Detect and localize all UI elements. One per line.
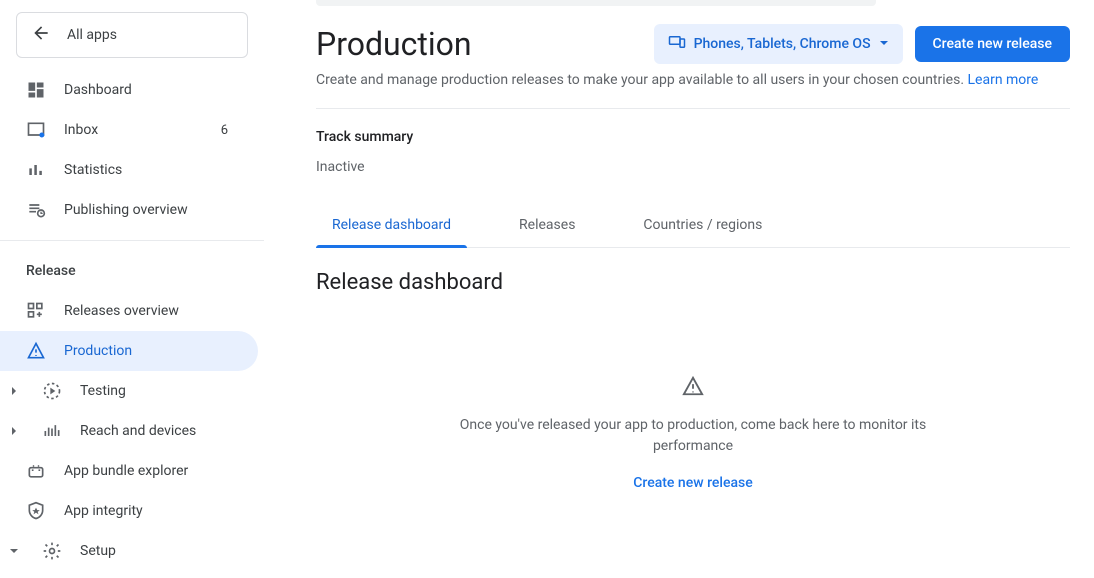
sidebar-item-production[interactable]: Production <box>0 331 258 371</box>
top-bar-placeholder <box>316 0 876 6</box>
sidebar-item-app-integrity[interactable]: App integrity <box>0 491 264 531</box>
sidebar-item-releases-overview[interactable]: Releases overview <box>0 291 264 331</box>
sidebar-item-app-bundle-explorer[interactable]: App bundle explorer <box>0 451 264 491</box>
sidebar-item-label: Publishing overview <box>64 202 248 218</box>
create-release-link[interactable]: Create new release <box>433 475 953 491</box>
sidebar-item-label: Releases overview <box>64 303 248 319</box>
sidebar-item-publishing-overview[interactable]: Publishing overview <box>0 190 264 230</box>
gear-icon <box>42 541 62 561</box>
devices-icon <box>668 33 686 55</box>
tab-releases[interactable]: Releases <box>503 205 591 247</box>
track-status: Inactive <box>316 159 1070 175</box>
empty-state-message: Once you've released your app to product… <box>433 415 953 457</box>
sidebar-item-label: Setup <box>80 543 248 559</box>
sidebar-item-inbox[interactable]: Inbox 6 <box>0 110 264 150</box>
tab-release-dashboard[interactable]: Release dashboard <box>316 205 467 247</box>
separator <box>0 240 264 241</box>
page-subtitle: Create and manage production releases to… <box>316 72 1070 88</box>
learn-more-link[interactable]: Learn more <box>968 72 1039 88</box>
sidebar: All apps Dashboard Inbox 6 Statistics Pu… <box>0 0 264 578</box>
empty-state: Once you've released your app to product… <box>433 375 953 491</box>
chevron-down-icon <box>879 36 889 52</box>
sidebar-item-label: Dashboard <box>64 82 248 98</box>
testing-icon <box>42 381 62 401</box>
divider <box>316 108 1070 109</box>
dashboard-icon <box>26 80 46 100</box>
page-title: Production <box>316 25 642 63</box>
caret-right-icon <box>4 386 24 396</box>
reach-devices-icon <box>42 421 62 441</box>
track-summary-label: Track summary <box>316 129 1070 145</box>
bar-chart-icon <box>26 160 46 180</box>
subtitle-text: Create and manage production releases to… <box>316 72 964 88</box>
all-apps-label: All apps <box>67 27 117 43</box>
formfactor-label: Phones, Tablets, Chrome OS <box>694 36 871 52</box>
sidebar-item-label: App bundle explorer <box>64 463 248 479</box>
sidebar-item-label: Inbox <box>64 122 203 138</box>
sidebar-item-label: Statistics <box>64 162 248 178</box>
sidebar-item-reach-devices[interactable]: Reach and devices <box>0 411 264 451</box>
page-header: Production Phones, Tablets, Chrome OS Cr… <box>316 24 1070 64</box>
bundle-icon <box>26 461 46 481</box>
create-release-button[interactable]: Create new release <box>915 26 1070 62</box>
tabs: Release dashboard Releases Countries / r… <box>316 205 1070 248</box>
inbox-icon <box>26 120 46 140</box>
main-content: Production Phones, Tablets, Chrome OS Cr… <box>264 0 1094 578</box>
sidebar-item-setup[interactable]: Setup <box>0 531 264 571</box>
shield-icon <box>26 501 46 521</box>
formfactor-chip-button[interactable]: Phones, Tablets, Chrome OS <box>654 24 903 64</box>
tab-countries-regions[interactable]: Countries / regions <box>627 205 778 247</box>
releases-overview-icon <box>26 301 46 321</box>
all-apps-button[interactable]: All apps <box>16 12 248 58</box>
sidebar-item-dashboard[interactable]: Dashboard <box>0 70 264 110</box>
section-header-release: Release <box>0 251 264 291</box>
sidebar-item-testing[interactable]: Testing <box>0 371 264 411</box>
sidebar-item-label: Reach and devices <box>80 423 248 439</box>
sidebar-item-label: App integrity <box>64 503 248 519</box>
warning-icon <box>433 375 953 401</box>
caret-down-icon <box>4 546 24 556</box>
arrow-left-icon <box>31 23 51 47</box>
section-title: Release dashboard <box>316 270 1070 295</box>
sidebar-item-statistics[interactable]: Statistics <box>0 150 264 190</box>
sidebar-item-label: Production <box>64 343 242 359</box>
production-icon <box>26 341 46 361</box>
publishing-icon <box>26 200 46 220</box>
caret-right-icon <box>4 426 24 436</box>
inbox-badge: 6 <box>221 123 248 138</box>
sidebar-item-label: Testing <box>80 383 248 399</box>
